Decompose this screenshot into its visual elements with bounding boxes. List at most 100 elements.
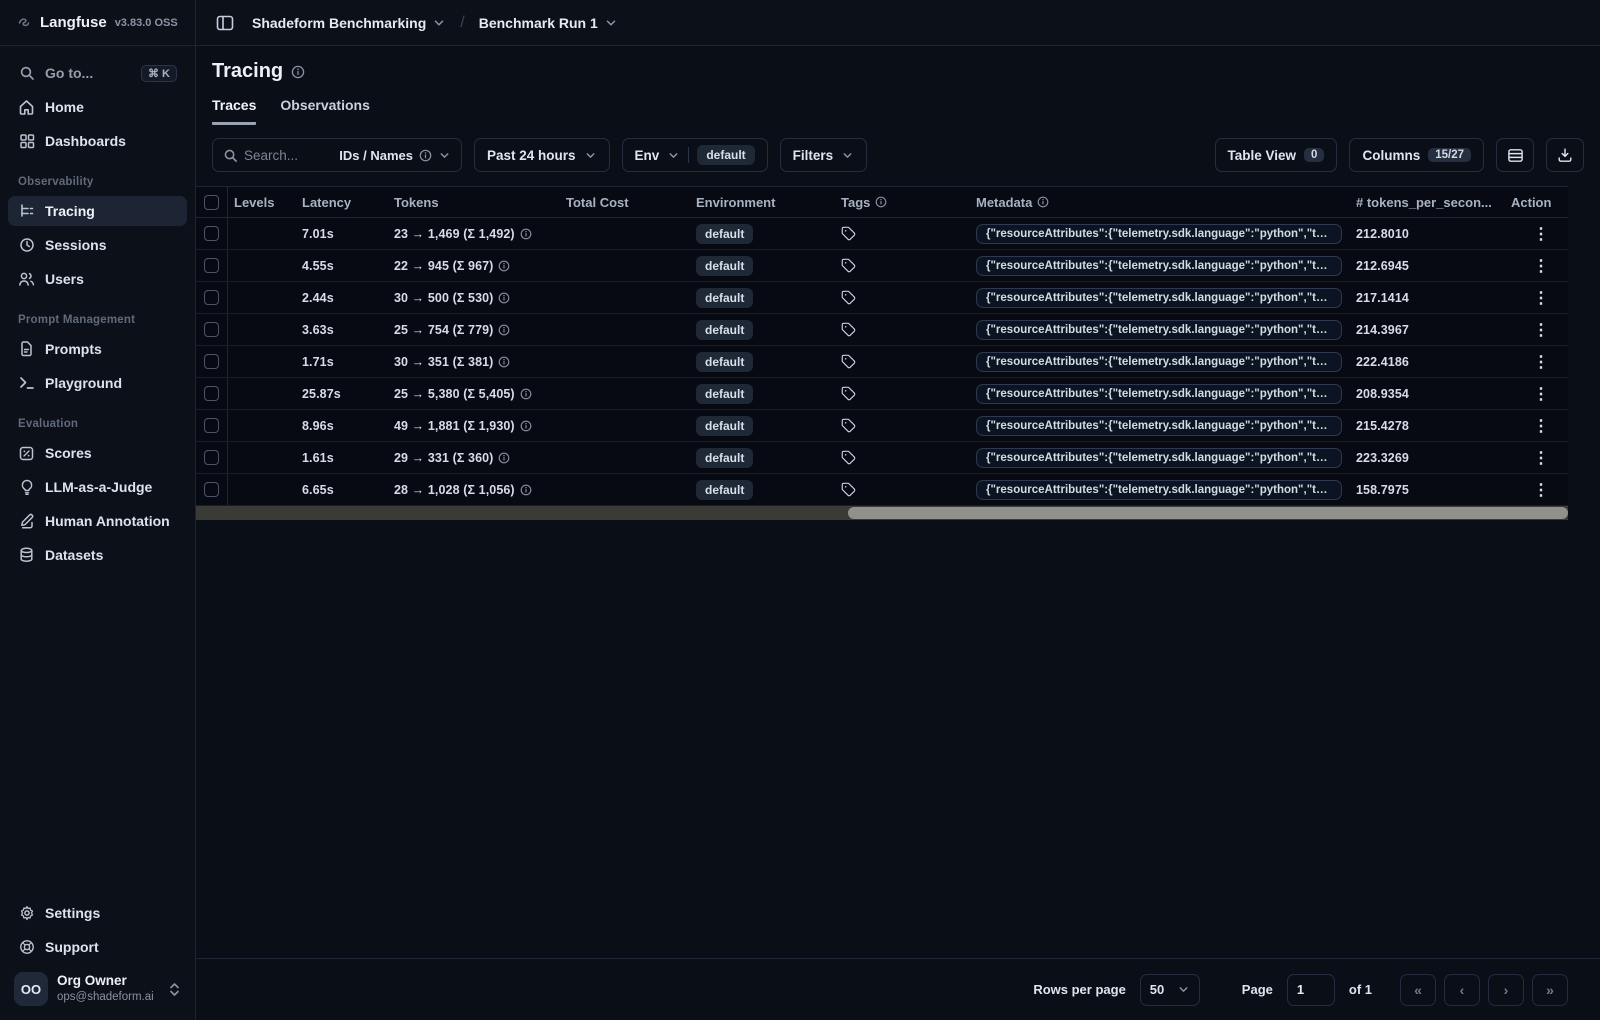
sidebar-item-playground[interactable]: Playground xyxy=(8,368,187,398)
column-header-tokens[interactable]: Tokens xyxy=(388,195,560,210)
sidebar-item-tracing[interactable]: Tracing xyxy=(8,196,187,226)
metadata-pill[interactable]: {"resourceAttributes":{"telemetry.sdk.la… xyxy=(976,479,1342,500)
metadata-pill[interactable]: {"resourceAttributes":{"telemetry.sdk.la… xyxy=(976,447,1342,468)
column-header-environment[interactable]: Environment xyxy=(690,195,835,210)
tag-icon[interactable] xyxy=(841,354,856,369)
kebab-menu-icon[interactable]: ⋮ xyxy=(1519,480,1549,500)
info-icon[interactable] xyxy=(498,356,510,368)
info-icon[interactable] xyxy=(291,65,305,79)
scrollbar-thumb[interactable] xyxy=(847,507,1568,519)
column-header-tags[interactable]: Tags xyxy=(835,195,970,210)
sidebar-item-scores[interactable]: Scores xyxy=(8,438,187,468)
column-header-latency[interactable]: Latency xyxy=(296,195,388,210)
last-page-button[interactable]: » xyxy=(1532,973,1568,1006)
row-checkbox[interactable] xyxy=(196,346,228,377)
info-icon[interactable] xyxy=(520,484,532,496)
row-checkbox[interactable] xyxy=(196,250,228,281)
kebab-menu-icon[interactable]: ⋮ xyxy=(1519,352,1549,372)
table-row[interactable]: 2.44s 30 → 500 (Σ 530) default {"resourc… xyxy=(196,282,1568,314)
row-checkbox[interactable] xyxy=(196,442,228,473)
row-checkbox[interactable] xyxy=(196,378,228,409)
kebab-menu-icon[interactable]: ⋮ xyxy=(1519,224,1549,244)
sidebar-item-human-annotation[interactable]: Human Annotation xyxy=(8,506,187,536)
column-header-total-cost[interactable]: Total Cost xyxy=(560,195,690,210)
tab-observations[interactable]: Observations xyxy=(280,97,369,125)
column-header-metadata[interactable]: Metadata xyxy=(970,195,1350,210)
metadata-pill[interactable]: {"resourceAttributes":{"telemetry.sdk.la… xyxy=(976,383,1342,404)
row-checkbox[interactable] xyxy=(196,474,228,505)
kebab-menu-icon[interactable]: ⋮ xyxy=(1519,448,1549,468)
kebab-menu-icon[interactable]: ⋮ xyxy=(1519,288,1549,308)
table-row[interactable]: 6.65s 28 → 1,028 (Σ 1,056) default {"res… xyxy=(196,474,1568,506)
table-row[interactable]: 1.61s 29 → 331 (Σ 360) default {"resourc… xyxy=(196,442,1568,474)
metadata-pill[interactable]: {"resourceAttributes":{"telemetry.sdk.la… xyxy=(976,319,1342,340)
sidebar-item-users[interactable]: Users xyxy=(8,264,187,294)
sidebar-item-support[interactable]: Support xyxy=(8,932,187,962)
columns-button[interactable]: Columns 15/27 xyxy=(1349,138,1484,172)
row-checkbox[interactable] xyxy=(196,314,228,345)
previous-page-button[interactable]: ‹ xyxy=(1444,973,1480,1006)
table-row[interactable]: 8.96s 49 → 1,881 (Σ 1,930) default {"res… xyxy=(196,410,1568,442)
info-icon[interactable] xyxy=(1037,196,1049,208)
kebab-menu-icon[interactable]: ⋮ xyxy=(1519,320,1549,340)
info-icon[interactable] xyxy=(419,149,432,162)
info-icon[interactable] xyxy=(498,292,510,304)
search-mode-selector[interactable]: IDs / Names xyxy=(339,148,413,163)
horizontal-scrollbar[interactable] xyxy=(196,506,1568,520)
info-icon[interactable] xyxy=(498,324,510,336)
metadata-pill[interactable]: {"resourceAttributes":{"telemetry.sdk.la… xyxy=(976,351,1342,372)
info-icon[interactable] xyxy=(498,260,510,272)
metadata-pill[interactable]: {"resourceAttributes":{"telemetry.sdk.la… xyxy=(976,415,1342,436)
metadata-pill[interactable]: {"resourceAttributes":{"telemetry.sdk.la… xyxy=(976,255,1342,276)
table-row[interactable]: 1.71s 30 → 351 (Σ 381) default {"resourc… xyxy=(196,346,1568,378)
info-icon[interactable] xyxy=(520,228,532,240)
tag-icon[interactable] xyxy=(841,322,856,337)
search-input[interactable] xyxy=(244,147,334,163)
sidebar-item-sessions[interactable]: Sessions xyxy=(8,230,187,260)
column-header-levels[interactable]: Levels xyxy=(228,195,296,210)
metadata-pill[interactable]: {"resourceAttributes":{"telemetry.sdk.la… xyxy=(976,287,1342,308)
env-filter[interactable]: Env default xyxy=(621,138,768,172)
sidebar-item-settings[interactable]: Settings xyxy=(8,898,187,928)
time-range-filter[interactable]: Past 24 hours xyxy=(474,138,610,172)
tag-icon[interactable] xyxy=(841,226,856,241)
breadcrumb-org[interactable]: Shadeform Benchmarking xyxy=(252,15,446,31)
sidebar-item-home[interactable]: Home xyxy=(8,92,187,122)
sidebar-item-dashboards[interactable]: Dashboards xyxy=(8,126,187,156)
info-icon[interactable] xyxy=(875,196,887,208)
user-menu[interactable]: OO Org Owner ops@shadeform.ai xyxy=(8,966,187,1010)
tag-icon[interactable] xyxy=(841,450,856,465)
row-height-button[interactable] xyxy=(1496,138,1534,172)
next-page-button[interactable]: › xyxy=(1488,973,1524,1006)
metadata-pill[interactable]: {"resourceAttributes":{"telemetry.sdk.la… xyxy=(976,223,1342,244)
tag-icon[interactable] xyxy=(841,258,856,273)
row-checkbox[interactable] xyxy=(196,218,228,249)
table-row[interactable]: 4.55s 22 → 945 (Σ 967) default {"resourc… xyxy=(196,250,1568,282)
breadcrumb-project[interactable]: Benchmark Run 1 xyxy=(479,15,618,31)
page-number-input[interactable] xyxy=(1286,973,1335,1006)
sidebar-item-llm-as-a-judge[interactable]: LLM-as-a-Judge xyxy=(8,472,187,502)
tab-traces[interactable]: Traces xyxy=(212,97,257,125)
tag-icon[interactable] xyxy=(841,386,856,401)
filters-button[interactable]: Filters xyxy=(779,138,868,172)
sidebar-item-datasets[interactable]: Datasets xyxy=(8,540,187,570)
tag-icon[interactable] xyxy=(841,418,856,433)
row-checkbox[interactable] xyxy=(196,410,228,441)
info-icon[interactable] xyxy=(520,420,532,432)
table-row[interactable]: 25.87s 25 → 5,380 (Σ 5,405) default {"re… xyxy=(196,378,1568,410)
export-button[interactable] xyxy=(1546,138,1584,172)
first-page-button[interactable]: « xyxy=(1400,973,1436,1006)
kebab-menu-icon[interactable]: ⋮ xyxy=(1519,384,1549,404)
select-all-checkbox[interactable] xyxy=(196,187,228,217)
table-view-button[interactable]: Table View 0 xyxy=(1214,138,1338,172)
sidebar-toggle-button[interactable] xyxy=(210,8,240,38)
info-icon[interactable] xyxy=(498,452,510,464)
row-checkbox[interactable] xyxy=(196,282,228,313)
kebab-menu-icon[interactable]: ⋮ xyxy=(1519,256,1549,276)
goto-search[interactable]: Go to... ⌘ K xyxy=(8,58,187,88)
tag-icon[interactable] xyxy=(841,482,856,497)
info-icon[interactable] xyxy=(520,388,532,400)
column-header-tokens-per-second[interactable]: # tokens_per_secon... xyxy=(1350,195,1505,210)
kebab-menu-icon[interactable]: ⋮ xyxy=(1519,416,1549,436)
table-row[interactable]: 3.63s 25 → 754 (Σ 779) default {"resourc… xyxy=(196,314,1568,346)
